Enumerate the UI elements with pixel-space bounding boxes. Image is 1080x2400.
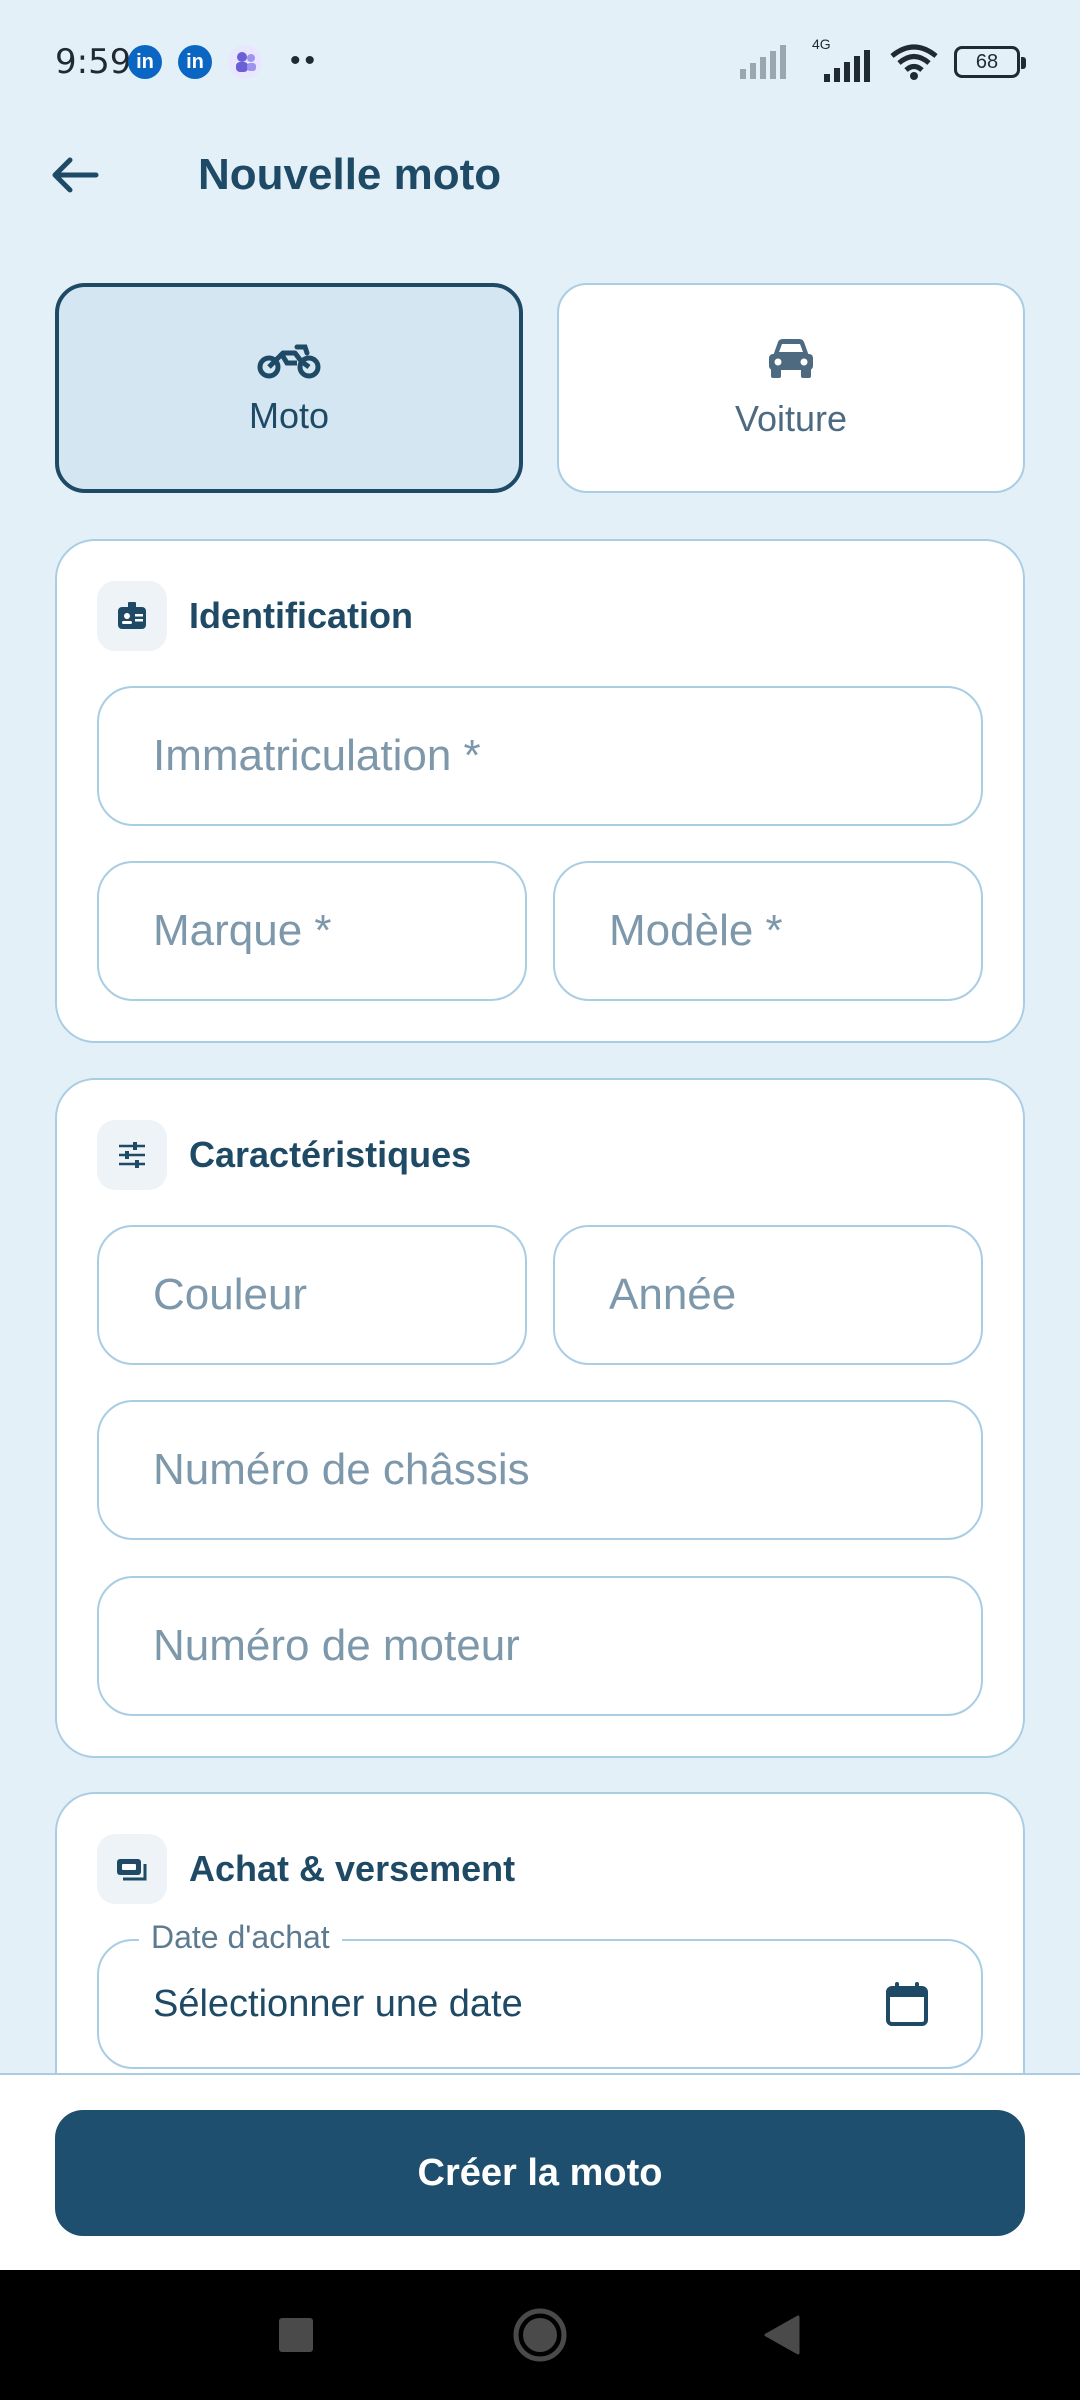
square-icon — [279, 2318, 313, 2352]
id-badge-icon — [97, 581, 167, 651]
section-header: Caractéristiques — [97, 1120, 471, 1190]
linkedin-icon: in — [178, 45, 212, 79]
engine-number-field[interactable] — [97, 1576, 983, 1716]
more-notifications-icon: •• — [290, 44, 320, 77]
status-time: 9:59 — [55, 42, 132, 82]
section-title: Caractéristiques — [189, 1134, 472, 1175]
back-button[interactable] — [40, 140, 110, 210]
model-input[interactable] — [609, 906, 981, 956]
calendar-icon[interactable] — [885, 1981, 929, 2027]
section-characteristics: Caractéristiques — [55, 1078, 1025, 1758]
teams-icon — [228, 45, 262, 79]
page-title: Nouvelle moto — [198, 150, 502, 199]
triangle-back-icon — [764, 2315, 800, 2355]
color-field[interactable] — [97, 1225, 527, 1365]
brand-input[interactable] — [153, 906, 525, 956]
home-button[interactable] — [510, 2305, 570, 2365]
color-input[interactable] — [153, 1270, 525, 1320]
model-field[interactable] — [553, 861, 983, 1001]
battery-level: 68 — [975, 50, 999, 73]
type-option-label: Moto — [248, 395, 330, 436]
type-option-moto[interactable]: Moto — [55, 283, 523, 493]
system-nav-bar — [0, 2270, 1080, 2400]
status-indicators: 4G 68 — [738, 36, 1026, 84]
payment-icon — [97, 1834, 167, 1904]
arrow-left-icon — [52, 157, 99, 193]
purchase-date-value: Sélectionner une date — [153, 1982, 523, 2025]
type-option-voiture[interactable]: Voiture — [557, 283, 1025, 493]
create-vehicle-button[interactable]: Créer la moto — [55, 2110, 1025, 2236]
linkedin-icon: in — [128, 45, 162, 79]
section-title: Achat & versement — [189, 1848, 516, 1889]
year-input[interactable] — [609, 1270, 981, 1320]
registration-input[interactable] — [153, 731, 981, 781]
year-field[interactable] — [553, 1225, 983, 1365]
section-header: Achat & versement — [97, 1834, 515, 1904]
bottom-action-bar: Créer la moto — [0, 2073, 1080, 2270]
section-header: Identification — [97, 581, 413, 651]
chassis-number-field[interactable] — [97, 1400, 983, 1540]
purchase-date-label: Date d'achat — [139, 1919, 342, 1956]
screen: 9:59 in in •• 4G 68 Nouvelle moto Moto V… — [0, 0, 1080, 2400]
purchase-date-field[interactable]: Date d'achat Sélectionner une date — [97, 1919, 983, 2069]
tune-icon — [97, 1120, 167, 1190]
status-bar: 9:59 in in •• 4G 68 — [0, 0, 1080, 120]
wifi-icon — [890, 44, 938, 80]
home-circle-icon — [513, 2308, 567, 2362]
signal-4g-icon: 4G — [804, 36, 874, 82]
app-bar: Nouvelle moto — [0, 120, 1080, 230]
battery-icon: 68 — [954, 46, 1026, 78]
type-option-label: Voiture — [734, 398, 848, 439]
chassis-number-input[interactable] — [153, 1445, 981, 1495]
registration-field[interactable] — [97, 686, 983, 826]
brand-field[interactable] — [97, 861, 527, 1001]
car-icon — [769, 339, 813, 378]
engine-number-input[interactable] — [153, 1621, 981, 1671]
section-identification: Identification — [55, 539, 1025, 1043]
section-title: Identification — [189, 595, 413, 636]
motorcycle-icon — [257, 344, 321, 379]
signal-icon — [740, 45, 786, 79]
recents-button[interactable] — [266, 2305, 326, 2365]
back-nav-button[interactable] — [752, 2305, 812, 2365]
